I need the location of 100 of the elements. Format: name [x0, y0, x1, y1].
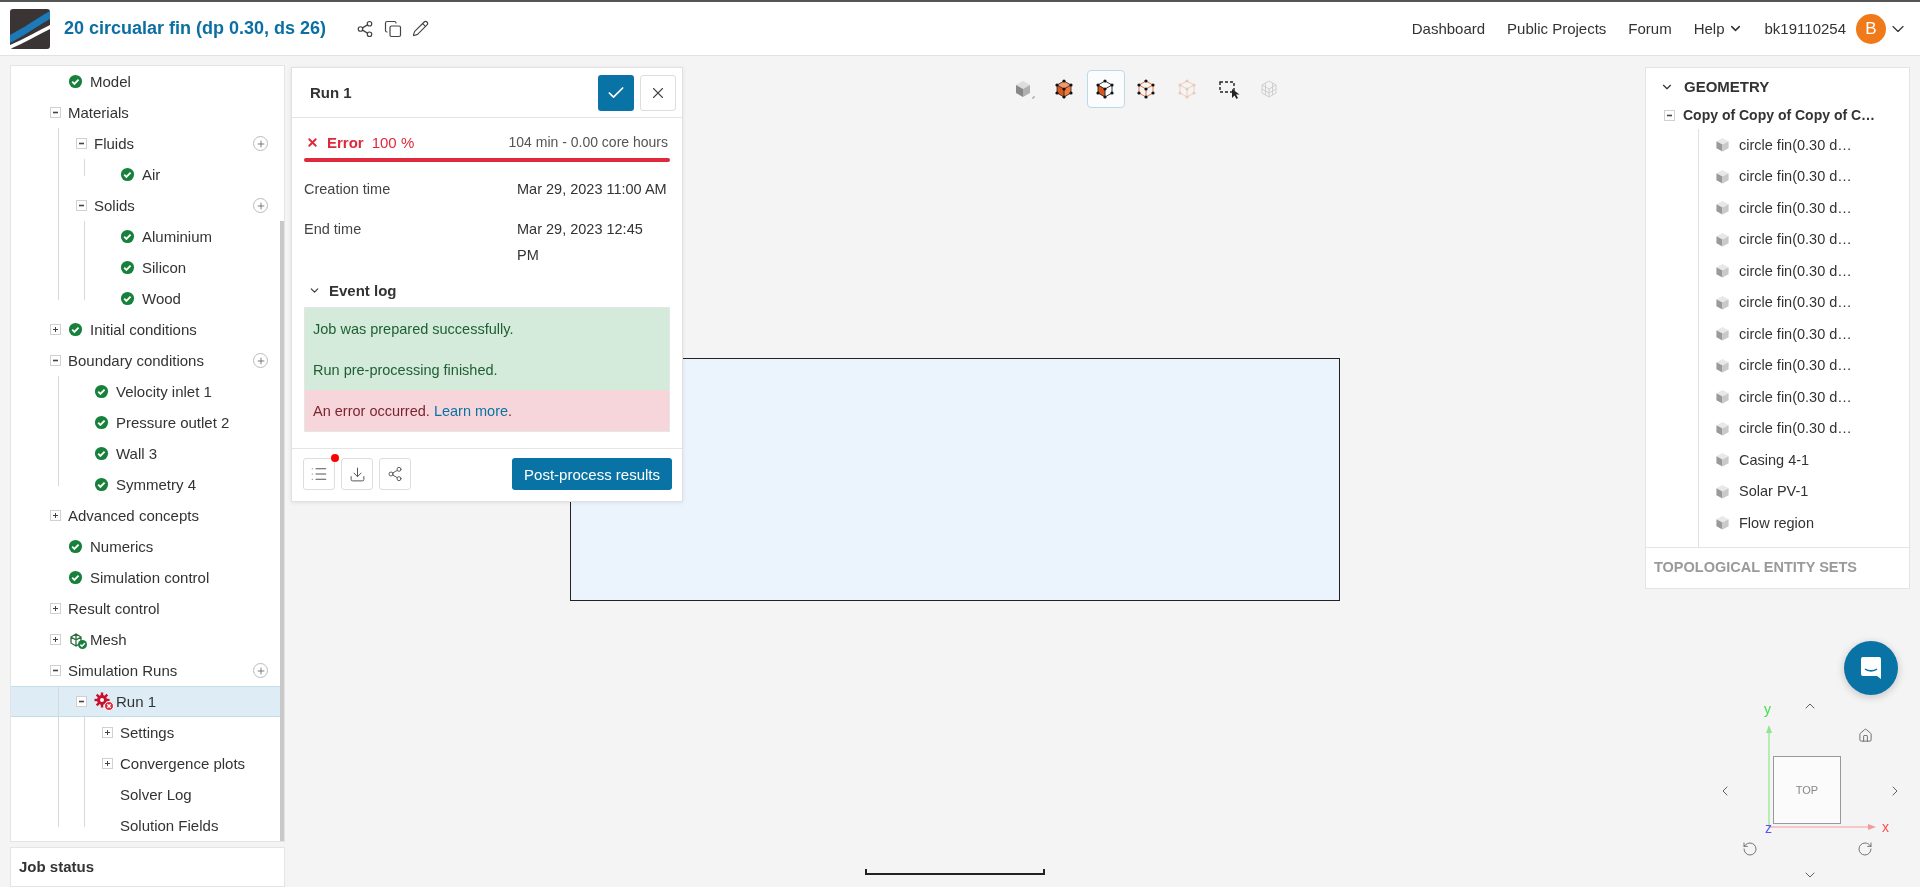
help-menu[interactable]: Help — [1693, 20, 1743, 37]
geometry-item[interactable]: circle fin(0.30 d… — [1739, 294, 1852, 311]
collapse-toggle[interactable] — [76, 138, 87, 149]
plus-icon — [255, 200, 266, 211]
geometry-root[interactable]: Copy of Copy of Copy of C… — [1683, 107, 1876, 123]
geometry-item[interactable]: Casing 4-1 — [1739, 451, 1810, 468]
log-message: Job was prepared successfully. — [313, 320, 514, 337]
cube-icon — [1715, 263, 1730, 279]
tree-item[interactable]: Initial conditions — [11, 314, 278, 345]
copy-icon[interactable] — [384, 19, 403, 38]
geometry-item[interactable]: circle fin(0.30 d… — [1739, 168, 1852, 185]
expand-toggle[interactable] — [50, 510, 61, 521]
field-label: Creation time — [304, 180, 392, 199]
share-icon — [387, 466, 403, 482]
nav-link[interactable]: Forum — [1628, 20, 1672, 37]
tree-item[interactable]: Settings — [11, 717, 278, 748]
view-cube-face[interactable]: TOP — [1773, 756, 1841, 824]
tree-item[interactable]: Numerics — [11, 531, 278, 562]
tree-item[interactable]: Pressure outlet 2 — [11, 407, 278, 438]
tree-item[interactable]: Advanced concepts — [11, 500, 278, 531]
tree-item[interactable]: Simulation control — [11, 562, 278, 593]
event-log-toggle[interactable]: Event log — [304, 282, 670, 299]
view-mode-button[interactable] — [1087, 70, 1125, 108]
tree-item[interactable]: Fluids — [11, 128, 278, 159]
tree-item[interactable]: Velocity inlet 1 — [11, 376, 278, 407]
expand-toggle[interactable] — [50, 634, 61, 645]
download-button[interactable] — [341, 458, 373, 490]
geometry-item[interactable]: circle fin(0.30 d… — [1739, 199, 1852, 216]
axis-label: x — [1882, 820, 1889, 834]
check-circle-icon — [94, 415, 109, 430]
collapse-toggle[interactable] — [76, 200, 87, 211]
status-text: Error — [327, 133, 364, 151]
collapse-toggle[interactable] — [50, 355, 61, 366]
expand-toggle[interactable] — [102, 727, 113, 738]
collapse-toggle[interactable] — [50, 665, 61, 676]
tree-item[interactable]: Simulation Runs — [11, 655, 278, 686]
tree-item[interactable]: Solver Log — [11, 779, 278, 810]
dialog-title: Run 1 — [310, 84, 353, 101]
tree-item[interactable]: Model — [11, 66, 278, 97]
geometry-item[interactable]: Solar PV-1 — [1739, 483, 1809, 500]
cube-icon — [1715, 326, 1730, 342]
plus-icon — [255, 355, 266, 366]
gear-error-icon — [94, 691, 116, 712]
logo[interactable] — [10, 8, 50, 49]
project-title[interactable]: 20 circualar fin (dp 0.30, ds 26) — [64, 18, 327, 39]
learn-more-link[interactable]: Learn more — [433, 402, 509, 419]
expand-toggle[interactable] — [50, 324, 61, 335]
chat-button[interactable] — [1844, 641, 1898, 695]
edit-icon[interactable] — [412, 20, 430, 37]
geometry-item[interactable]: circle fin(0.30 d… — [1739, 136, 1852, 153]
geometry-header[interactable]: GEOMETRY — [1646, 68, 1784, 101]
username[interactable]: bk19110254 — [1764, 20, 1846, 37]
geometry-item[interactable]: circle fin(0.30 d… — [1739, 388, 1852, 405]
post-process-button[interactable]: Post-process results — [512, 458, 672, 490]
geometry-item[interactable]: circle fin(0.30 d… — [1739, 325, 1852, 342]
field-label: End time — [304, 220, 363, 239]
confirm-button[interactable] — [598, 74, 634, 111]
tree-item[interactable]: Silicon — [11, 252, 278, 283]
cube-icon — [1715, 483, 1730, 499]
rotate-ccw-icon[interactable] — [1742, 841, 1758, 857]
cube-icon — [1715, 294, 1730, 310]
nav-link[interactable]: Public Projects — [1507, 20, 1607, 37]
tree-item[interactable]: Wood — [11, 283, 278, 314]
tree-item[interactable]: Solids — [11, 190, 278, 221]
check-circle-icon — [94, 477, 109, 492]
tree-item[interactable]: Aluminium — [11, 221, 278, 252]
home-icon[interactable] — [1858, 728, 1873, 743]
expand-toggle[interactable] — [102, 758, 113, 769]
expand-toggle[interactable] — [50, 603, 61, 614]
share-button[interactable] — [379, 458, 411, 490]
tree-item[interactable]: Mesh — [11, 624, 278, 655]
scrollbar[interactable] — [280, 221, 284, 841]
tree-item[interactable]: Solution Fields — [11, 810, 278, 841]
geometry-item[interactable]: circle fin(0.30 d… — [1739, 357, 1852, 374]
cube-icon — [1715, 357, 1730, 373]
collapse-toggle[interactable] — [76, 696, 87, 707]
cube-icon — [1715, 137, 1730, 153]
tree-item[interactable]: Result control — [11, 593, 278, 624]
tree-item[interactable]: Air — [11, 159, 278, 190]
plus-icon — [255, 138, 266, 149]
geometry-item[interactable]: circle fin(0.30 d… — [1739, 231, 1852, 248]
box-select-icon — [1218, 78, 1240, 100]
plus-icon — [255, 665, 266, 676]
tree-item[interactable]: Symmetry 4 — [11, 469, 278, 500]
cube-icon — [1715, 168, 1730, 184]
log-message: An error occurred. Learn more. — [313, 402, 513, 419]
collapse-toggle[interactable] — [1664, 109, 1675, 121]
tree-item[interactable]: Materials — [11, 97, 278, 128]
nav-link[interactable]: Dashboard — [1411, 20, 1486, 37]
share-icon[interactable] — [356, 19, 375, 38]
tree-item[interactable]: Convergence plots — [11, 748, 278, 779]
panel-title: Job status — [19, 858, 94, 875]
collapse-toggle[interactable] — [50, 107, 61, 118]
tree-item[interactable]: Boundary conditions — [11, 345, 278, 376]
geometry-item[interactable]: circle fin(0.30 d… — [1739, 262, 1852, 279]
geometry-item[interactable]: Flow region — [1739, 514, 1814, 531]
geometry-item[interactable]: circle fin(0.30 d… — [1739, 420, 1852, 437]
rotate-cw-icon[interactable] — [1857, 841, 1873, 857]
tree-item[interactable]: Wall 3 — [11, 438, 278, 469]
progress-percent: 100 % — [371, 133, 416, 151]
